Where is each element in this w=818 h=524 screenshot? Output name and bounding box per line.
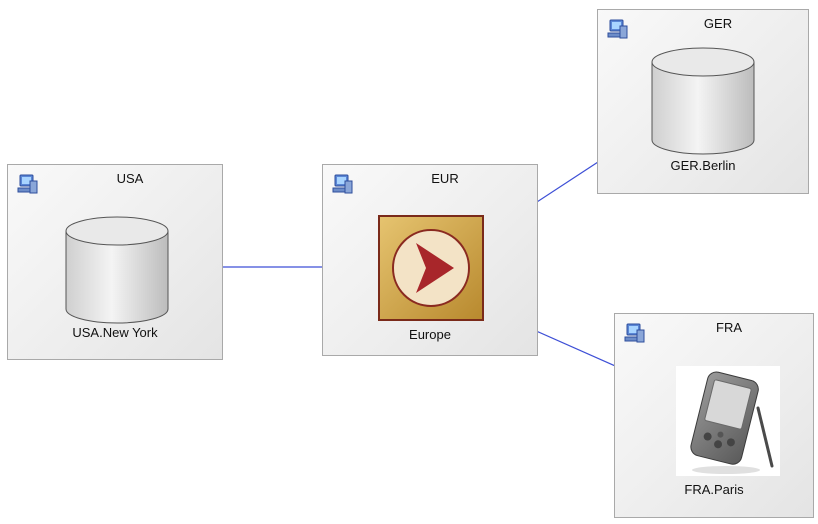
node-ger[interactable]: GER GER.Berlin bbox=[597, 9, 809, 194]
node-caption: FRA.Paris bbox=[684, 482, 744, 497]
replication-hub-icon bbox=[378, 215, 484, 321]
node-title: GER bbox=[703, 16, 733, 31]
database-icon bbox=[65, 216, 169, 324]
node-eur[interactable]: EUR Europe bbox=[322, 164, 538, 356]
node-caption: USA.New York bbox=[72, 325, 158, 340]
node-title: USA bbox=[116, 171, 144, 186]
database-icon bbox=[651, 47, 755, 155]
node-title: EUR bbox=[431, 171, 459, 186]
node-caption: Europe bbox=[409, 327, 451, 342]
node-title: FRA bbox=[716, 320, 742, 335]
node-caption: GER.Berlin bbox=[670, 158, 736, 173]
node-usa[interactable]: USA USA.New York bbox=[7, 164, 223, 360]
node-fra[interactable]: FRA FRA.Paris bbox=[614, 313, 814, 518]
pda-device-icon bbox=[676, 366, 780, 476]
